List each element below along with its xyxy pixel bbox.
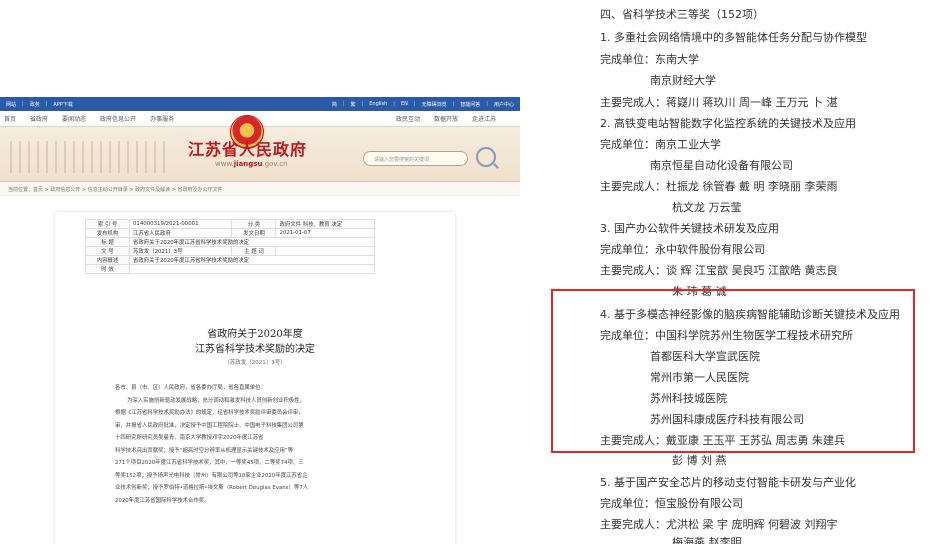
website-screenshot: 网站 | 政务 | APP下载 简 | 繁 | English | EN | 无障碍浏览 | … — [0, 97, 520, 544]
topbar-en[interactable]: EN — [401, 101, 408, 107]
award-item-people-cont: 杭文龙 万云莹 — [672, 201, 742, 214]
award-item-title: 2. 高铁变电站智能数字化监控系统的关键技术及应用 — [600, 117, 856, 130]
topbar-simplified[interactable]: 简 — [332, 101, 337, 108]
topbar-accessibility[interactable]: 无障碍浏览 — [422, 101, 447, 108]
award-item-units: 完成单位：永中软件股份有限公司 — [600, 243, 765, 256]
nav-about-jiangsu[interactable]: 走进江苏 — [472, 114, 496, 123]
body-paragraph: 各市、县（市、区）人民政府，省各委办厅局，省各直属单位： — [115, 385, 266, 391]
highlight-box — [551, 289, 915, 453]
meta-value: 014000319/2021-00001 — [128, 219, 233, 229]
body-paragraph: 根据《江苏省科学技术奖励办法》的规定，经省科学技术奖励评审委员会评审， — [115, 410, 304, 416]
meta-label: 索 引 号 — [85, 219, 130, 229]
meta-value: 2021-01-07 — [275, 228, 375, 238]
topbar-traditional[interactable]: 繁 — [351, 101, 356, 108]
document-number: （苏政发〔2021〕3号） — [224, 360, 286, 366]
award-item-people-cont: 彭 博 刘 燕 — [672, 454, 727, 467]
body-paragraph: 审，并报省人民政府批准，决定授予中国工程院院士、中国电子科技集团公司第 — [115, 422, 304, 429]
award-item-unit: 南京恒星自动化设备有限公司 — [650, 159, 793, 172]
meta-label: 时 效 — [85, 264, 130, 274]
document-meta-table: 索 引 号 014000319/2021-00001 分 类 政府文件 科技、教… — [85, 219, 375, 274]
award-item-people: 主要完成人：杜振龙 徐管春 戴 明 李晓丽 李荣雨 — [600, 180, 838, 193]
award-item-people-cont: 梅海燕 赵李明 — [672, 536, 742, 544]
body-paragraph: 科学技术突出贡献奖；授予“超高时空分辨率从机理显示关键技术及应用”等 — [115, 447, 294, 454]
topbar-user-center[interactable]: 用户中心 — [494, 101, 514, 108]
meta-value: 苏政发〔2021〕3号 — [128, 246, 233, 256]
topbar-link-site[interactable]: 网站 — [6, 101, 16, 108]
document-card: 索 引 号 014000319/2021-00001 分 类 政府文件 科技、教… — [55, 212, 455, 544]
document-title: 省政府关于2020年度 — [207, 329, 303, 340]
nav-services[interactable]: 办事服务 — [150, 114, 174, 123]
award-item-unit: 南京财经大学 — [650, 74, 716, 87]
meta-value: 政府文件 科技、教育 决定 — [275, 219, 375, 229]
meta-label: 标 题 — [85, 237, 130, 247]
award-item-units: 完成单位：南京工业大学 — [600, 138, 721, 151]
meta-label: 内容概述 — [85, 255, 130, 265]
body-paragraph: 十四研究所研究员吴曼青、南京大学教授邓宇2020年度江苏省 — [115, 435, 264, 441]
meta-value — [129, 264, 375, 274]
document-title: 江苏省科学技术奖励的决定 — [195, 344, 315, 355]
topbar-link-app[interactable]: APP下载 — [53, 101, 72, 108]
site-topbar: 网站 | 政务 | APP下载 简 | 繁 | English | EN | 无障碍浏览 | … — [0, 97, 520, 111]
body-paragraph: 等奖152项；授予扬声光电科技（常州）有限公司等10家企业2020年度江苏省企 — [115, 472, 308, 479]
award-item-units: 完成单位：东南大学 — [600, 53, 699, 66]
body-paragraph: 2020年度江苏省国际科学技术合作奖。 — [115, 497, 210, 504]
award-item-people: 主要完成人：蒋嶷川 蒋玖川 周一峰 王万元 卜 湛 — [600, 96, 838, 109]
nav-home[interactable]: 首页 — [4, 114, 16, 123]
meta-value: 江苏省人民政府 — [128, 228, 233, 238]
site-banner: 江苏省人民政府 www.jiangsu.gov.cn 请输入您要搜索的关键词 — [0, 115, 520, 182]
nav-provincial-gov[interactable]: 省政府 — [30, 114, 48, 123]
nav-open-data[interactable]: 数据开放 — [434, 114, 458, 123]
meta-label: 发布机构 — [85, 228, 130, 238]
nav-interaction[interactable]: 政民互动 — [396, 114, 420, 123]
meta-value: 省政府关于2020年度江苏省科学技术奖励的决定 — [129, 255, 375, 265]
meta-label: 主 题 词 — [231, 246, 277, 256]
award-item-people: 主要完成人：尤洪松 梁 宇 庞明辉 何碧波 刘翔宇 — [600, 518, 838, 531]
search-input[interactable]: 请输入您要搜索的关键词 — [363, 151, 468, 166]
site-title: 江苏省人民政府 — [188, 140, 308, 159]
search-icon[interactable] — [476, 147, 496, 167]
award-item-title: 3. 国产办公软件关键技术研发及应用 — [600, 222, 779, 235]
nav-news[interactable]: 要闻动态 — [62, 114, 86, 123]
banner-decoration — [10, 141, 170, 173]
meta-value: 省政府关于2020年度江苏省科学技术奖励的决定 — [129, 237, 375, 247]
meta-label: 发文日期 — [231, 228, 277, 238]
section-header: 四、省科学技术三等奖（152项） — [600, 8, 764, 21]
meta-value — [275, 246, 375, 256]
meta-label: 文 号 — [85, 246, 130, 256]
body-paragraph: 为深入实施创新驱动发展战略，充分调动和激发科技人员创新创业积极性， — [127, 397, 305, 404]
body-paragraph: 业技术创新奖；授予罗伯特•道格拉斯•埃文斯（Robert Douglas Eva… — [115, 485, 309, 491]
topbar-qa[interactable]: 智能问答 — [460, 101, 480, 108]
award-item-title: 5. 基于国产安全芯片的移动支付智能卡研发与产业化 — [600, 476, 856, 489]
award-list: 四、省科学技术三等奖（152项） 1. 多重社会网络情境中的多智能体任务分配与协… — [560, 0, 939, 544]
nav-info-disclosure[interactable]: 政府信息公开 — [100, 114, 136, 123]
breadcrumb: 当前位置：首页 > 政府信息公开 > 信息主动公开目录 > 政府文件及解读 > … — [0, 182, 520, 196]
meta-label: 分 类 — [231, 219, 277, 229]
topbar-link-gov[interactable]: 政务 — [30, 101, 40, 108]
document-body: 各市、县（市、区）人民政府，省各委办厅局，省各直属单位： 为深入实施创新驱动发展… — [115, 382, 345, 507]
site-url: www.jiangsu.gov.cn — [215, 160, 288, 168]
award-item-title: 1. 多重社会网络情境中的多智能体任务分配与协作模型 — [600, 31, 867, 44]
topbar-english[interactable]: English — [369, 101, 387, 107]
award-item-people: 主要完成人：谈 辉 江宝歆 吴良巧 江歆皓 黄志良 — [600, 264, 838, 277]
award-item-units: 完成单位：恒宝股份有限公司 — [600, 497, 743, 510]
body-paragraph: 271个项目2020年度江苏省科学技术奖，其中，一等奖45项、二等奖74项、三 — [115, 460, 304, 466]
